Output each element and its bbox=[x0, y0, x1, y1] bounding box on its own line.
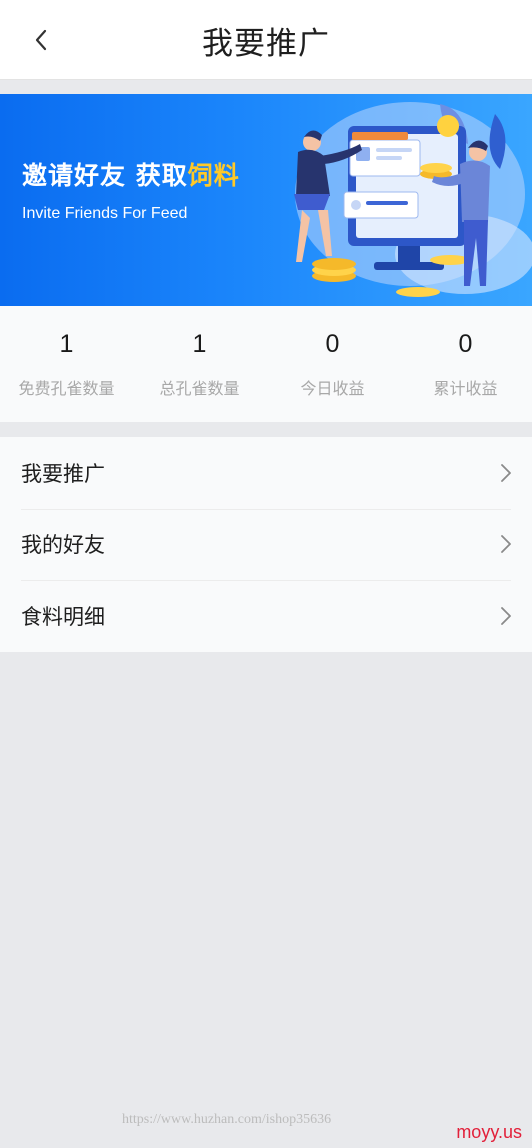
chevron-right-icon bbox=[501, 607, 511, 625]
menu-item-label: 我的好友 bbox=[21, 533, 105, 558]
stat-value: 0 bbox=[458, 330, 473, 358]
stat-total-earnings: 0 累计收益 bbox=[399, 306, 532, 422]
corner-logo: moyy.us bbox=[456, 1122, 522, 1142]
banner-title-highlight: 饲料 bbox=[187, 161, 240, 190]
stat-free-peacocks: 1 免费孔雀数量 bbox=[0, 306, 133, 422]
stat-label: 免费孔雀数量 bbox=[18, 379, 115, 398]
stats-panel: 1 免费孔雀数量 1 总孔雀数量 0 今日收益 0 累计收益 bbox=[0, 306, 532, 422]
banner-title-prefix: 邀请好友 获取 bbox=[22, 161, 188, 190]
banner-subtitle: Invite Friends For Feed bbox=[22, 205, 188, 222]
stat-label: 总孔雀数量 bbox=[159, 379, 240, 398]
menu-item-my-friends[interactable]: 我的好友 bbox=[0, 508, 532, 581]
header-bar: 我要推广 bbox=[0, 0, 532, 80]
menu-item-promote[interactable]: 我要推广 bbox=[0, 437, 532, 509]
menu-item-feed-details[interactable]: 食料明细 bbox=[0, 580, 532, 652]
stat-label: 今日收益 bbox=[300, 379, 365, 398]
stat-value: 1 bbox=[192, 330, 207, 358]
banner-illustration bbox=[294, 102, 532, 297]
watermark-text: https://www.huzhan.com/ishop35636 bbox=[122, 1112, 332, 1127]
menu-item-label: 我要推广 bbox=[21, 461, 105, 486]
stat-total-peacocks: 1 总孔雀数量 bbox=[133, 306, 266, 422]
stat-label: 累计收益 bbox=[433, 379, 498, 398]
stat-value: 1 bbox=[59, 330, 74, 358]
menu-list: 我要推广 我的好友 食料明细 bbox=[0, 437, 532, 652]
stat-value: 0 bbox=[325, 330, 340, 358]
page-title: 我要推广 bbox=[202, 26, 330, 62]
banner-title: 邀请好友 获取饲料 bbox=[22, 156, 240, 192]
chevron-right-icon bbox=[501, 463, 511, 482]
stat-today-earnings: 0 今日收益 bbox=[266, 306, 399, 422]
chevron-right-icon bbox=[501, 535, 511, 554]
menu-item-label: 食料明细 bbox=[21, 604, 105, 629]
promo-banner[interactable]: 邀请好友 获取饲料 Invite Friends For Feed bbox=[0, 94, 532, 306]
